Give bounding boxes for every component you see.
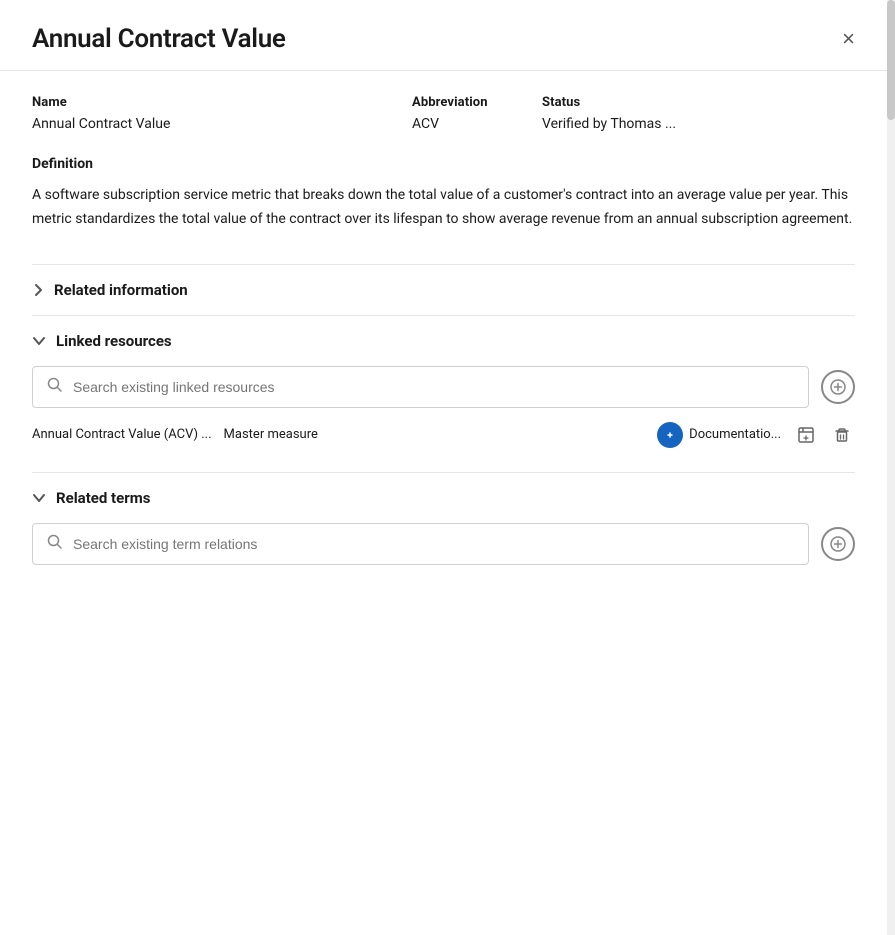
linked-resources-search-box [32,366,809,408]
panel: Annual Contract Value × Name Annual Cont… [0,0,895,935]
related-information-label: Related information [54,281,188,299]
abbreviation-field-group: Abbreviation ACV [412,95,542,132]
related-terms-label: Related terms [56,489,150,507]
name-value: Annual Contract Value [32,116,412,132]
resource-doc: Documentatio... [657,422,781,448]
related-terms-header[interactable]: Related terms [32,489,855,507]
abbreviation-value: ACV [412,116,542,132]
search-icon [47,377,63,397]
resource-type: Master measure [224,427,318,442]
related-terms-add-button[interactable] [821,527,855,561]
linked-resource-row: Annual Contract Value (ACV) ... Master m… [32,408,855,456]
name-field-group: Name Annual Contract Value [32,95,412,132]
name-label: Name [32,95,412,110]
status-label: Status [542,95,855,110]
related-terms-content [32,523,855,565]
scrollbar-track[interactable] [887,0,895,935]
resource-actions [793,422,855,448]
status-field-group: Status Verified by Thomas ... [542,95,855,132]
related-information-chevron-right-icon [32,282,44,298]
linked-resources-search-input[interactable] [73,379,794,395]
linked-resources-section: Linked resources [32,315,855,472]
related-terms-section: Related terms [32,472,855,581]
linked-resources-search-wrapper [32,366,855,408]
linked-resources-header[interactable]: Linked resources [32,332,855,350]
resource-name: Annual Contract Value (ACV) ... [32,427,212,442]
status-value: Verified by Thomas ... [542,116,855,132]
related-information-section: Related information [32,264,855,315]
panel-title: Annual Contract Value [32,24,286,54]
related-terms-chevron-down-icon [32,493,46,503]
linked-resources-label: Linked resources [56,332,172,350]
related-terms-search-box [32,523,809,565]
related-information-header[interactable]: Related information [32,281,855,299]
doc-icon [657,422,683,448]
linked-resources-chevron-down-icon [32,336,46,346]
linked-resources-add-button[interactable] [821,370,855,404]
definition-label: Definition [32,156,855,172]
linked-resources-content: Annual Contract Value (ACV) ... Master m… [32,366,855,456]
delete-button[interactable] [829,422,855,448]
abbreviation-label: Abbreviation [412,95,542,110]
related-terms-search-icon [47,534,63,554]
fields-row: Name Annual Contract Value Abbreviation … [32,95,855,132]
add-tab-button[interactable] [793,422,819,448]
panel-header: Annual Contract Value × [0,0,895,71]
related-terms-search-wrapper [32,523,855,565]
definition-text: A software subscription service metric t… [32,184,855,232]
scrollbar-thumb[interactable] [887,0,895,120]
linked-resource-info: Annual Contract Value (ACV) ... Master m… [32,427,657,442]
related-terms-search-input[interactable] [73,536,794,552]
doc-icon-wrapper: Documentatio... [657,422,781,448]
doc-name: Documentatio... [689,427,781,442]
definition-section: Definition A software subscription servi… [32,156,855,232]
close-button[interactable]: × [834,24,863,54]
panel-body: Name Annual Contract Value Abbreviation … [0,71,895,613]
